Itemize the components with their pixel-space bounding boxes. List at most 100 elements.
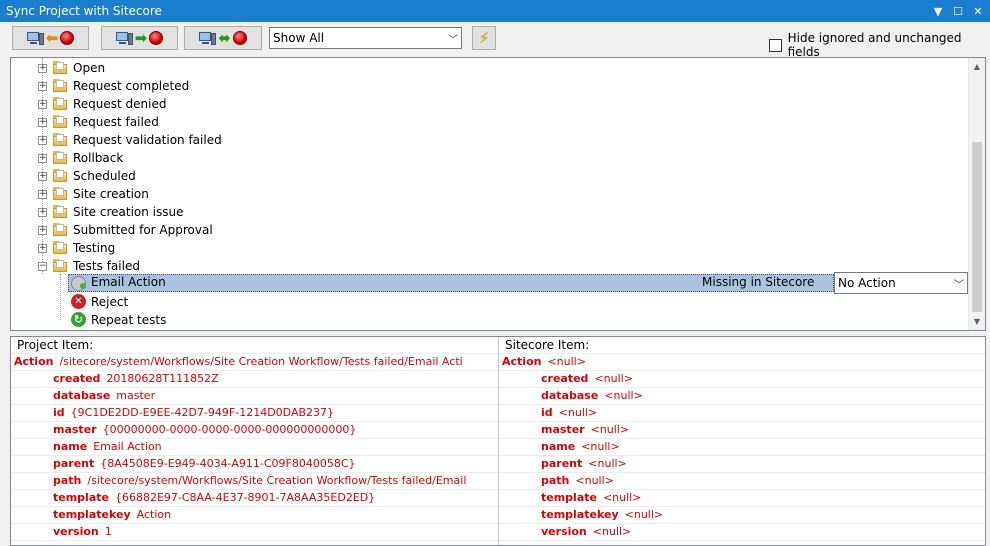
pane-header: Project Item:	[17, 338, 94, 352]
tree-node-label: Site creation	[73, 187, 149, 201]
scrollbar-thumb[interactable]	[972, 142, 982, 312]
field-key: id	[53, 406, 65, 419]
tree-node-label: Request failed	[73, 115, 159, 129]
tree-node[interactable]: + Site creation issue	[11, 203, 961, 221]
field-key: template	[53, 491, 109, 504]
tree-node-label: Email Action	[91, 275, 166, 289]
hide-ignored-checkbox[interactable]: Hide ignored and unchanged fields	[769, 31, 990, 59]
tree-node[interactable]: + Site creation	[11, 185, 961, 203]
tree-node[interactable]: − Tests failed	[11, 257, 961, 275]
filter-select[interactable]: Show All ﹀	[269, 27, 462, 49]
expand-icon[interactable]: +	[38, 190, 47, 199]
arrow-left-icon: ⬅	[45, 28, 59, 47]
workflow-state-icon	[52, 151, 70, 165]
field-key: created	[541, 372, 589, 385]
workflow-state-icon	[52, 61, 70, 75]
field-value: /sitecore/system/Workflows/Site Creation…	[59, 355, 463, 368]
field-key: version	[53, 525, 99, 538]
tree-node[interactable]: + Scheduled	[11, 167, 961, 185]
field-row: name Email Action	[53, 438, 162, 455]
field-value: {9C1DE2DD-E9EE-42D7-949F-1214D0DAB237}	[70, 406, 335, 419]
field-value: <null>	[604, 389, 643, 402]
sync-status-label: Missing in Sitecore	[702, 275, 815, 289]
tree-node[interactable]: + Request completed	[11, 77, 961, 95]
project-item-pane: Project Item: Action/sitecore/system/Wor…	[11, 337, 499, 545]
tree-node[interactable]: + Open	[11, 59, 961, 77]
tree-node[interactable]: + Testing	[11, 239, 961, 257]
field-value: <null>	[581, 440, 620, 453]
filter-select-value: Show All	[273, 31, 325, 45]
expand-icon[interactable]: +	[38, 100, 47, 109]
field-key: name	[53, 440, 88, 453]
chevron-down-icon[interactable]: ▼	[930, 3, 946, 19]
tree-node[interactable]: + Rollback	[11, 149, 961, 167]
field-key: master	[53, 423, 97, 436]
expand-icon[interactable]: +	[38, 82, 47, 91]
expand-icon[interactable]: +	[38, 172, 47, 181]
expand-icon[interactable]: +	[38, 118, 47, 127]
checkbox-box[interactable]	[769, 38, 782, 52]
field-row: name <null>	[541, 438, 620, 455]
sync-both-ways-button[interactable]: ⬌	[184, 26, 262, 50]
field-row: parent {8A4508E9-E949-4034-A911-C09F80400…	[53, 455, 356, 472]
computer-icon	[115, 31, 133, 45]
tree-node[interactable]: + Request failed	[11, 113, 961, 131]
sitecore-icon	[60, 31, 75, 45]
expand-icon[interactable]: +	[38, 64, 47, 73]
field-value: <null>	[588, 457, 627, 470]
tree-node-label: Request denied	[73, 97, 167, 111]
close-icon[interactable]: ✕	[970, 3, 986, 19]
expand-icon[interactable]: +	[38, 208, 47, 217]
comparison-panes: Project Item: Action/sitecore/system/Wor…	[10, 336, 986, 546]
computer-icon	[199, 31, 217, 45]
arrow-left-right-icon: ⬌	[218, 28, 231, 47]
tree-node[interactable]: + Request validation failed	[11, 131, 961, 149]
field-row: templatekey <null>	[541, 506, 663, 523]
repeat-icon: ↻	[71, 312, 86, 327]
email-action-icon	[71, 276, 86, 291]
chevron-down-icon[interactable]: ﹀	[445, 31, 461, 46]
lightning-icon[interactable]: ⚡	[472, 26, 496, 50]
field-row: master {00000000-0000-0000-0000-000000000…	[53, 421, 356, 438]
expand-icon[interactable]: +	[38, 136, 47, 145]
field-value: {00000000-0000-0000-0000-000000000000}	[102, 423, 357, 436]
field-row: created 20180628T111852Z	[53, 370, 219, 387]
toolbar: ⬅ ➡ ⬌ Show All ﹀ ⚡ Hide ignored and unch…	[0, 22, 990, 59]
field-row: path <null>	[541, 472, 614, 489]
tree-node-label[interactable]: Reject	[91, 293, 128, 311]
field-key: master	[541, 423, 585, 436]
tree-node[interactable]: + Request denied	[11, 95, 961, 113]
sync-to-sitecore-button[interactable]: ➡	[101, 26, 178, 50]
pane-header: Sitecore Item:	[505, 338, 590, 352]
field-key: parent	[541, 457, 583, 470]
scroll-down-icon[interactable]: ▼	[969, 313, 985, 330]
vertical-scrollbar[interactable]: ▲ ▼	[968, 58, 985, 330]
expand-icon[interactable]: +	[38, 226, 47, 235]
tree-view[interactable]: + Open + Request completed + Request den…	[10, 57, 986, 331]
field-row: id <null>	[541, 404, 597, 421]
field-value: Action	[136, 508, 172, 521]
tree-node[interactable]: + Submitted for Approval	[11, 221, 961, 239]
workflow-state-icon	[52, 223, 70, 237]
field-row: Action <null>	[502, 353, 586, 370]
field-value: <null>	[602, 491, 642, 504]
sync-action-select[interactable]: No Action ﹀	[834, 272, 968, 294]
chevron-down-icon[interactable]: ﹀	[951, 276, 967, 291]
expand-icon[interactable]: +	[38, 244, 47, 253]
field-value: <null>	[592, 525, 632, 538]
sitecore-item-pane: Sitecore Item: Action <null> created <null…	[499, 337, 985, 545]
field-value: <null>	[575, 474, 614, 487]
expand-icon[interactable]: +	[38, 154, 47, 163]
scroll-up-icon[interactable]: ▲	[969, 58, 985, 75]
workflow-state-icon	[52, 79, 70, 93]
maximize-icon[interactable]: ☐	[950, 3, 966, 19]
field-row: template {66882E97-C8AA-4E37-8901-7A8AA35…	[53, 489, 375, 506]
field-row: id {9C1DE2DD-E9EE-42D7-949F-1214D0DAB237}	[53, 404, 334, 421]
field-row: path/sitecore/system/Workflows/Site Crea…	[53, 472, 466, 489]
field-key: name	[541, 440, 576, 453]
tree-node-label: Tests failed	[73, 259, 140, 273]
collapse-icon[interactable]: −	[38, 262, 47, 271]
sync-from-sitecore-button[interactable]: ⬅	[12, 26, 89, 50]
field-key: parent	[53, 457, 95, 470]
tree-node-label[interactable]: Repeat tests	[91, 311, 166, 329]
